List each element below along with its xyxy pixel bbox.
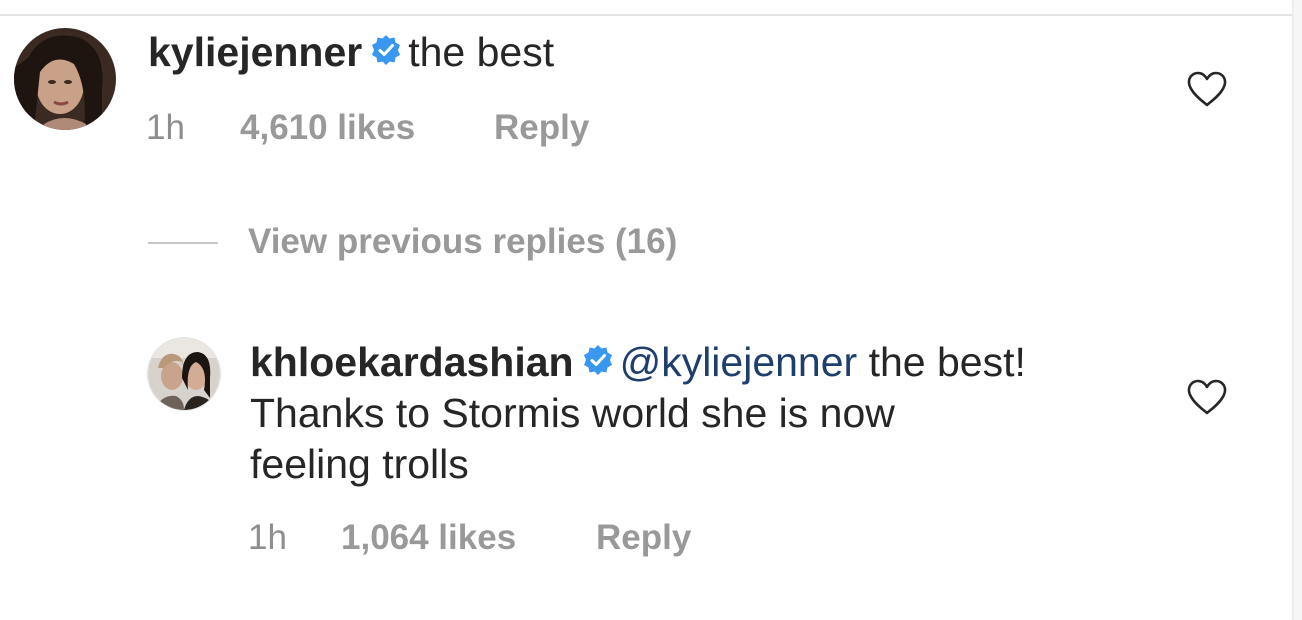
reply-body-line-1: khloekardashian @kyliejenner the best! [250, 336, 1026, 391]
avatar-khloekardashian[interactable] [148, 338, 220, 410]
comment-text: the best [408, 29, 555, 75]
comment-likes-count[interactable]: 4,610 likes [240, 106, 415, 150]
reply-text-line-3: feeling trolls [250, 441, 469, 487]
avatar-kyliejenner[interactable] [14, 28, 116, 130]
view-previous-replies-button[interactable]: View previous replies (16) [248, 220, 677, 264]
verified-badge-icon [370, 26, 402, 78]
top-divider [0, 0, 1292, 16]
reply-timestamp: 1h [248, 518, 287, 557]
comment-reply-button[interactable]: Reply [494, 106, 589, 150]
comment-username[interactable]: kyliejenner [148, 29, 362, 75]
heart-outline-icon[interactable] [1186, 70, 1228, 108]
verified-badge-icon [582, 336, 614, 388]
reply-reply-button[interactable]: Reply [596, 516, 691, 560]
reply-username[interactable]: khloekardashian [250, 339, 574, 385]
comment-body: kyliejenner the best [148, 26, 554, 81]
comment-timestamp: 1h [146, 108, 185, 147]
reply-text-line-2: Thanks to Stormis world she is now [250, 390, 895, 436]
scrollbar-track[interactable] [1292, 0, 1302, 620]
replies-divider-line [148, 242, 218, 244]
heart-outline-icon[interactable] [1186, 378, 1228, 416]
reply-mention-link[interactable]: @kyliejenner [620, 339, 858, 385]
reply-likes-count[interactable]: 1,064 likes [341, 516, 516, 560]
reply-text-line-1: the best! [868, 339, 1026, 385]
